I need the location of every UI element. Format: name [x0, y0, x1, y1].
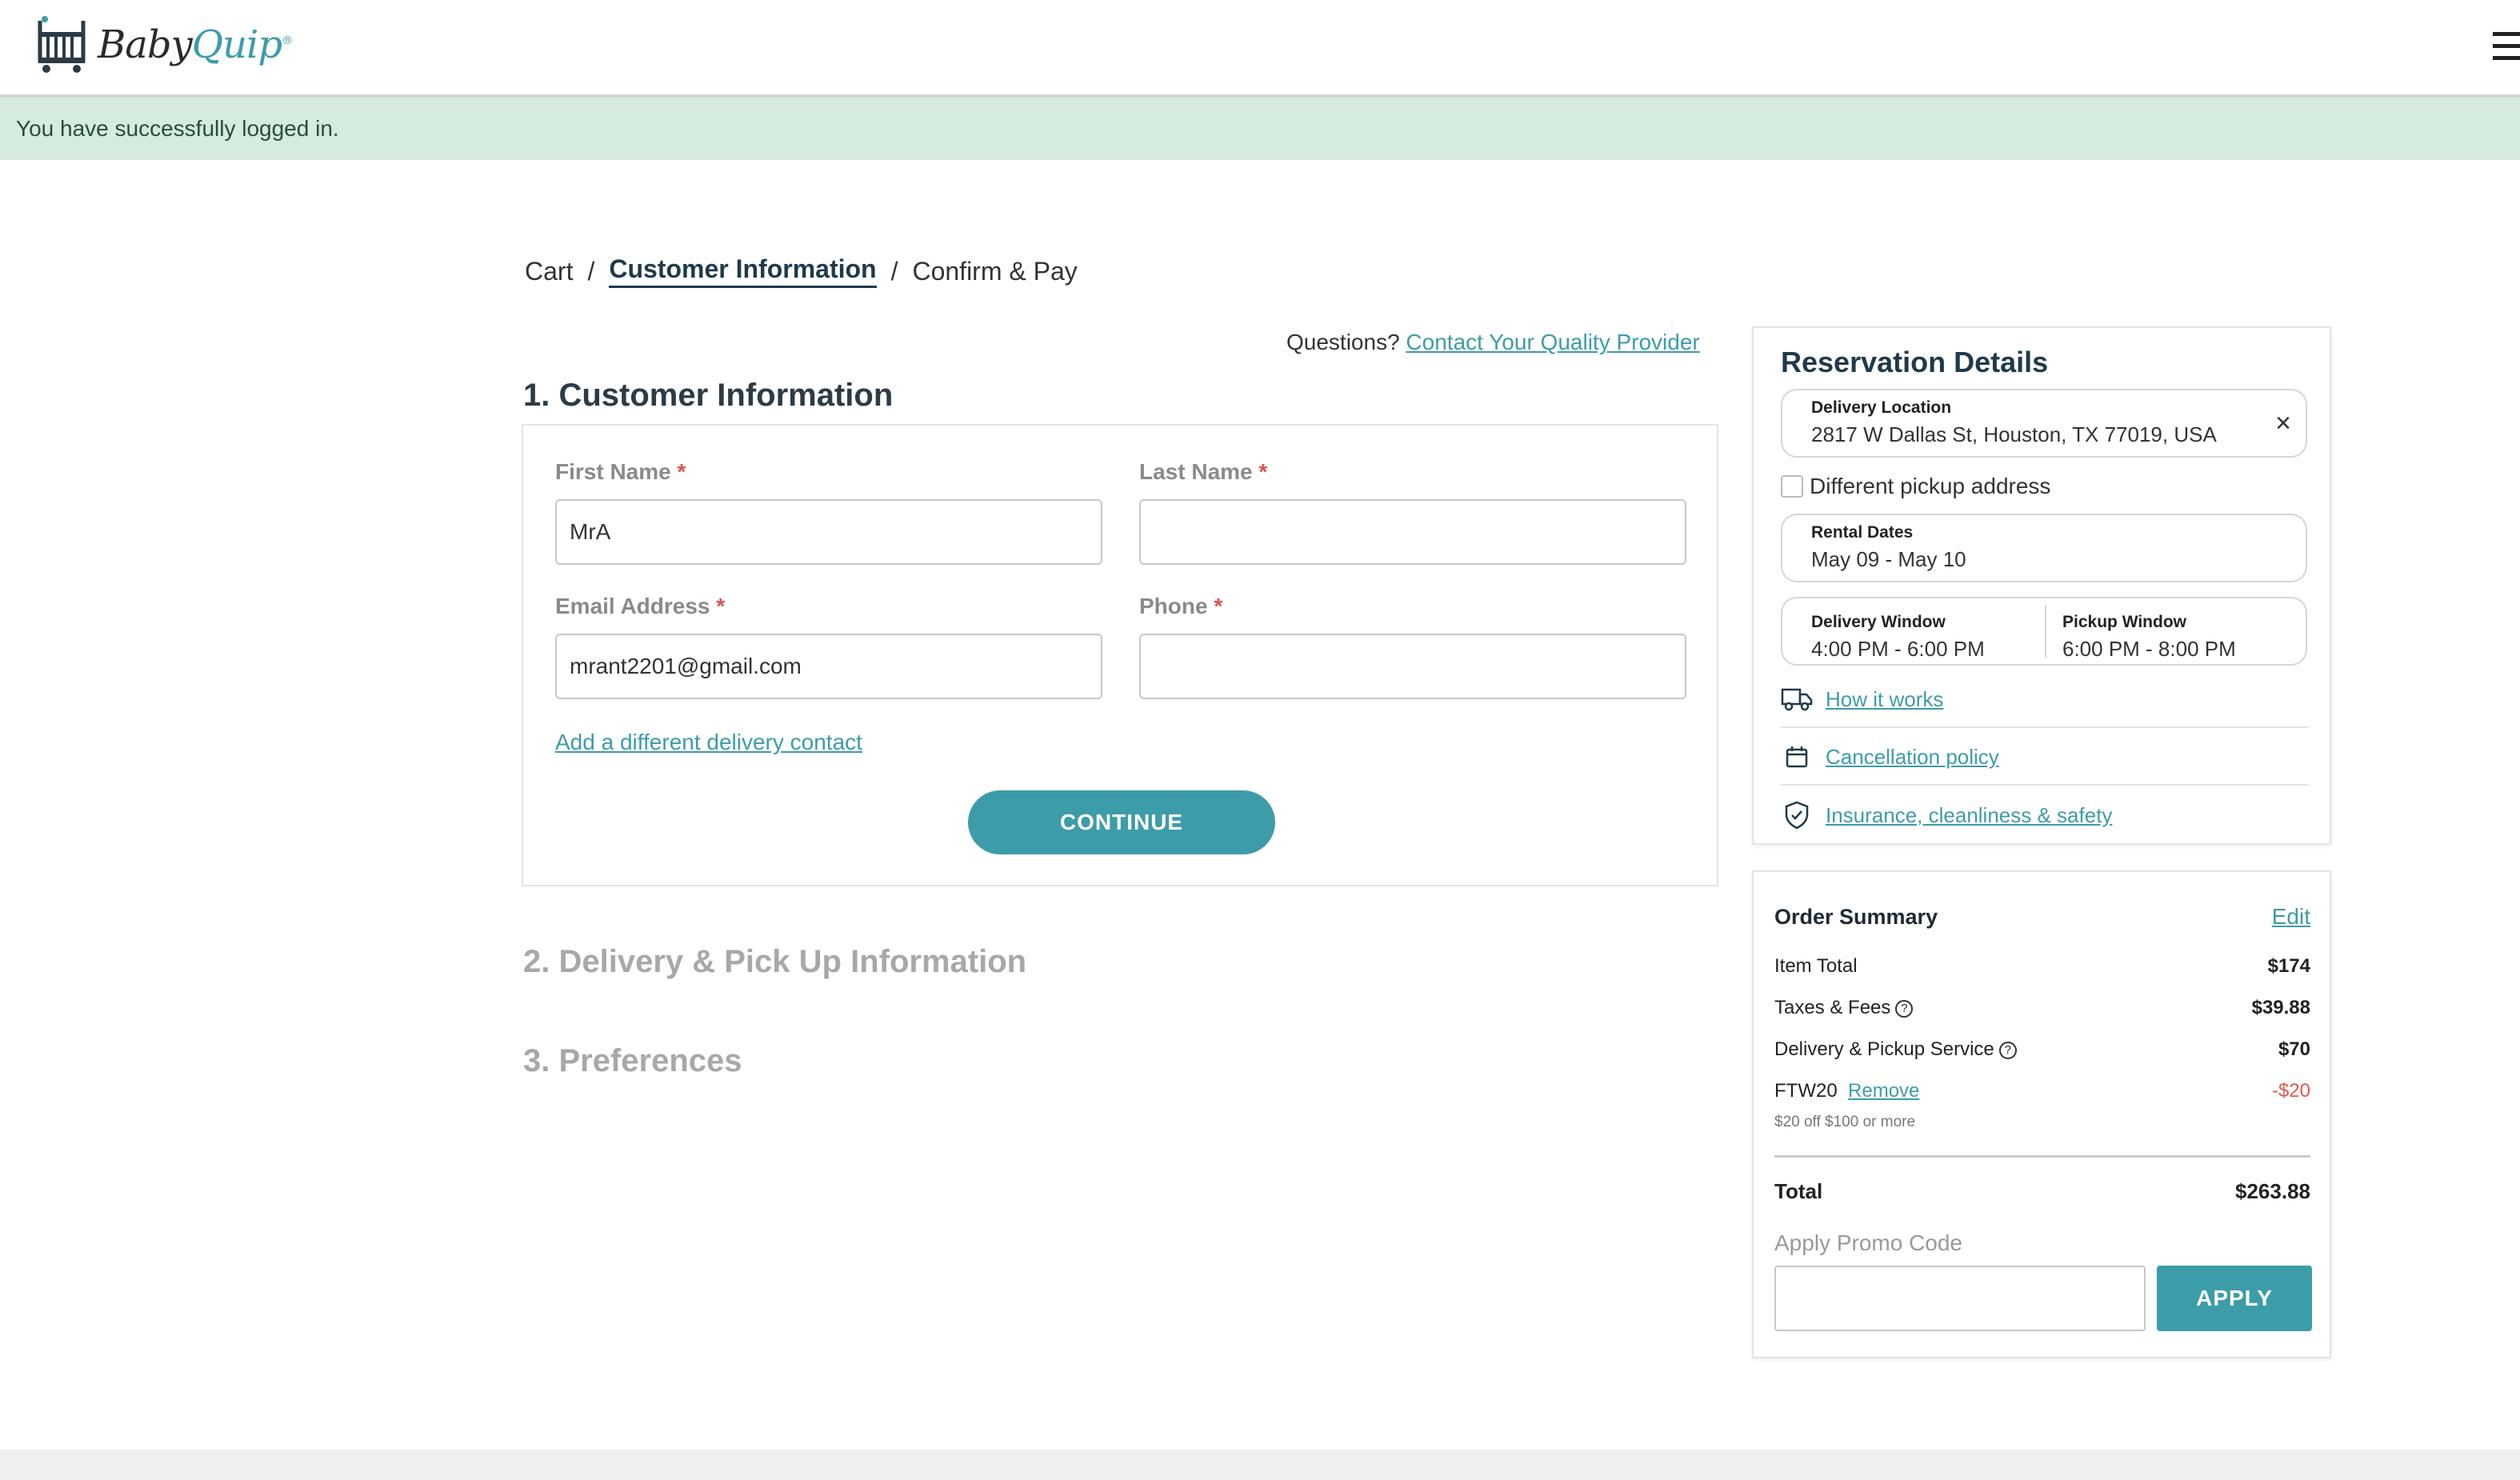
section-title-delivery-pickup[interactable]: 2. Delivery & Pick Up Information [523, 944, 1026, 980]
rental-dates-label: Rental Dates [1811, 523, 1914, 542]
promo-discount-value: -$20 [2271, 1080, 2310, 1102]
success-alert: You have successfully logged in. [0, 98, 2520, 160]
promo-code-label: FTW20 [1774, 1080, 1838, 1102]
calendar-icon [1781, 741, 1813, 773]
section-title-preferences[interactable]: 3. Preferences [523, 1043, 742, 1079]
apply-promo-label: Apply Promo Code [1774, 1230, 1963, 1255]
footer-strip [0, 1450, 2520, 1480]
breadcrumb: Cart / Customer Information / Confirm & … [525, 254, 1078, 288]
remove-promo-link[interactable]: Remove [1848, 1080, 1919, 1102]
total-row: Total $263.88 [1774, 1179, 2310, 1204]
item-total-row: Item Total $174 [1774, 955, 2310, 978]
crib-icon [38, 16, 86, 73]
cancellation-policy-row[interactable]: Cancellation policy [1781, 730, 2309, 786]
breadcrumb-separator: / [587, 256, 595, 286]
shield-check-icon [1781, 799, 1813, 831]
delivery-location-field[interactable]: Delivery Location 2817 W Dallas St, Hous… [1781, 389, 2307, 458]
different-pickup-checkbox[interactable] [1781, 475, 1803, 498]
logo-wordmark: BabyQuip® [98, 22, 293, 67]
hamburger-menu-icon[interactable] [2493, 32, 2520, 64]
taxes-fees-value: $39.88 [2251, 997, 2310, 1018]
total-label: Total [1774, 1179, 1823, 1203]
delivery-service-value: $70 [2278, 1038, 2310, 1060]
breadcrumb-confirm-pay: Confirm & Pay [912, 256, 1078, 286]
email-address-input[interactable] [555, 634, 1102, 699]
pickup-window-label: Pickup Window [2062, 613, 2186, 631]
last-name-input[interactable] [1139, 499, 1686, 565]
delivery-window-label: Delivery Window [1811, 613, 1946, 631]
questions-prefix: Questions? [1286, 330, 1400, 354]
order-summary-title: Order Summary [1774, 904, 1938, 929]
delivery-window-value: 4:00 PM - 6:00 PM [1811, 637, 1985, 661]
last-name-label: Last Name * [1139, 459, 1268, 484]
breadcrumb-cart[interactable]: Cart [525, 257, 573, 286]
breadcrumb-separator: / [890, 256, 898, 286]
how-it-works-row[interactable]: How it works [1781, 672, 2309, 728]
order-summary-card: Order Summary Edit Item Total $174 Taxes… [1752, 870, 2331, 1358]
delivery-service-label: Delivery & Pickup Service [1774, 1038, 1994, 1060]
summary-divider [1774, 1155, 2310, 1158]
pickup-window[interactable]: Pickup Window 6:00 PM - 8:00 PM [2046, 605, 2236, 661]
phone-input[interactable] [1139, 634, 1686, 699]
breadcrumb-customer-information: Customer Information [609, 254, 877, 288]
order-summary-header: Order Summary Edit [1774, 904, 2310, 930]
questions-line: Questions? Contact Your Quality Provider [1286, 330, 1700, 355]
first-name-input[interactable] [555, 499, 1102, 565]
add-delivery-contact-link[interactable]: Add a different delivery contact [555, 730, 862, 755]
different-pickup-address-row[interactable]: Different pickup address [1781, 474, 2050, 499]
different-pickup-label: Different pickup address [1810, 474, 2051, 498]
total-value: $263.88 [2235, 1179, 2310, 1203]
reservation-details-title: Reservation Details [1781, 346, 2049, 378]
delivery-service-row: Delivery & Pickup Service? $70 [1774, 1038, 2310, 1061]
delivery-window[interactable]: Delivery Window 4:00 PM - 6:00 PM [1782, 605, 2046, 661]
babyquip-logo[interactable]: BabyQuip® [35, 13, 293, 77]
phone-label: Phone * [1139, 594, 1223, 618]
insurance-safety-link[interactable]: Insurance, cleanliness & safety [1826, 803, 2112, 828]
taxes-help-icon[interactable]: ? [1895, 999, 1914, 1018]
success-alert-text: You have successfully logged in. [16, 116, 339, 141]
item-total-label: Item Total [1774, 955, 1858, 977]
truck-icon [1781, 683, 1813, 715]
rental-dates-value: May 09 - May 10 [1811, 547, 1966, 571]
rental-dates-field[interactable]: Rental Dates May 09 - May 10 [1781, 514, 2307, 582]
continue-button[interactable]: CONTINUE [968, 790, 1275, 854]
promo-note: $20 off $100 or more [1774, 1114, 1916, 1130]
promo-discount-row: FTW20 Remove -$20 [1774, 1080, 2310, 1102]
delivery-location-value: 2817 W Dallas St, Houston, TX 77019, USA [1811, 422, 2217, 446]
apply-promo-button[interactable]: APPLY [2157, 1266, 2312, 1331]
pickup-window-value: 6:00 PM - 8:00 PM [2062, 637, 2236, 661]
promo-code-input[interactable] [1774, 1266, 2146, 1331]
customer-information-form: First Name * Last Name * Email Address *… [522, 424, 1718, 886]
delivery-location-label: Delivery Location [1811, 398, 1952, 417]
item-total-value: $174 [2267, 955, 2310, 977]
first-name-label: First Name * [555, 459, 686, 484]
how-it-works-link[interactable]: How it works [1826, 687, 1943, 712]
taxes-fees-row: Taxes & Fees? $39.88 [1774, 997, 2310, 1019]
cancellation-policy-link[interactable]: Cancellation policy [1826, 745, 1999, 770]
contact-provider-link[interactable]: Contact Your Quality Provider [1406, 330, 1699, 354]
reservation-details-card: Reservation Details Delivery Location 28… [1752, 326, 2331, 845]
edit-order-link[interactable]: Edit [2272, 904, 2310, 930]
taxes-fees-label: Taxes & Fees [1774, 997, 1891, 1018]
insurance-safety-row[interactable]: Insurance, cleanliness & safety [1781, 787, 2309, 843]
clear-location-icon[interactable]: × [2275, 408, 2291, 439]
delivery-help-icon[interactable]: ? [1998, 1041, 2017, 1059]
email-address-label: Email Address * [555, 594, 726, 618]
section-title-customer-information: 1. Customer Information [523, 378, 894, 413]
time-windows-field[interactable]: Delivery Window 4:00 PM - 6:00 PM Pickup… [1781, 597, 2307, 666]
site-header: BabyQuip® [0, 0, 2520, 98]
